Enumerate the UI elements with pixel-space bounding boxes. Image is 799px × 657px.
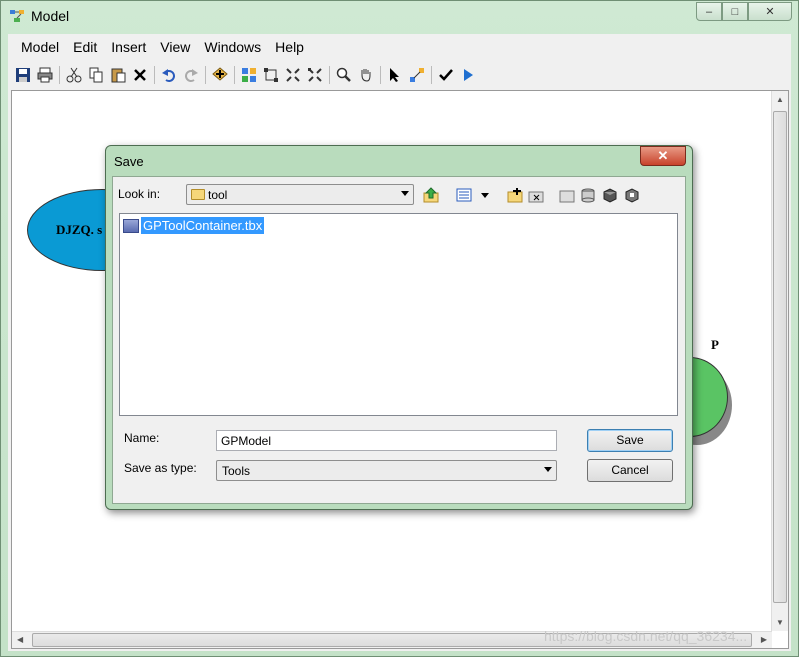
toolbar-separator <box>205 66 206 84</box>
toolbar-separator <box>154 66 155 84</box>
disconnect-folder-icon[interactable] <box>526 185 546 205</box>
undo-icon[interactable] <box>158 64 180 86</box>
menu-edit[interactable]: Edit <box>66 39 104 55</box>
canvas-vertical-scrollbar[interactable]: ▲ ▼ <box>771 91 788 631</box>
file-name: GPToolContainer.tbx <box>141 217 265 234</box>
toolbar-separator <box>234 66 235 84</box>
scroll-left-icon[interactable]: ◀ <box>17 635 23 644</box>
menu-bar: Model Edit Insert View Windows Help <box>8 34 791 60</box>
maximize-icon[interactable]: □ <box>722 2 748 21</box>
save-as-type-dropdown[interactable]: Tools <box>216 460 557 481</box>
model-element-blue-label: DJZQ. s <box>56 222 103 237</box>
title-bar: Model – □ ✕ <box>1 1 798 31</box>
full-extent-icon[interactable] <box>260 64 282 86</box>
look-in-value: tool <box>208 188 228 202</box>
catalog-icon[interactable] <box>622 185 642 205</box>
new-database-icon[interactable] <box>578 185 598 205</box>
model-app-icon <box>10 10 24 22</box>
menu-insert[interactable]: Insert <box>104 39 153 55</box>
chevron-down-icon <box>401 191 409 196</box>
menu-model[interactable]: Model <box>14 39 66 55</box>
chevron-down-icon <box>544 467 552 472</box>
toolbar-separator <box>380 66 381 84</box>
list-item[interactable]: GPToolContainer.tbx <box>123 217 265 234</box>
up-one-level-icon[interactable] <box>421 185 441 205</box>
name-field[interactable]: GPModel <box>216 430 557 451</box>
save-button[interactable]: Save <box>587 429 673 452</box>
folder-icon <box>191 189 205 200</box>
add-data-icon[interactable] <box>209 64 231 86</box>
vertical-scroll-thumb[interactable] <box>773 111 787 603</box>
select-icon[interactable] <box>384 64 406 86</box>
paste-icon[interactable] <box>107 64 129 86</box>
close-icon[interactable]: ✕ <box>748 2 792 21</box>
dialog-title: Save <box>114 154 144 169</box>
menu-help[interactable]: Help <box>268 39 311 55</box>
redo-icon[interactable] <box>180 64 202 86</box>
scroll-up-icon[interactable]: ▲ <box>776 95 784 104</box>
toolbar-separator <box>431 66 432 84</box>
save-as-type-label: Save as type: <box>124 461 197 475</box>
menu-view[interactable]: View <box>153 39 197 55</box>
validate-icon[interactable] <box>435 64 457 86</box>
cancel-button[interactable]: Cancel <box>587 459 673 482</box>
cut-icon[interactable] <box>63 64 85 86</box>
look-in-label: Look in: <box>118 187 161 201</box>
toolbox-icon <box>123 218 139 233</box>
zoom-in-fixed-icon[interactable] <box>282 64 304 86</box>
toolbar-separator <box>59 66 60 84</box>
connect-icon[interactable] <box>406 64 428 86</box>
view-menu-chevron-icon[interactable] <box>475 185 495 205</box>
scroll-down-icon[interactable]: ▼ <box>776 618 784 627</box>
dialog-close-icon[interactable]: ✕ <box>640 146 686 166</box>
dialog-body: Look in: tool GPToolContainer.tbx Name: … <box>112 176 686 504</box>
auto-layout-icon[interactable] <box>238 64 260 86</box>
window-title: Model <box>31 8 70 24</box>
save-icon[interactable] <box>12 64 34 86</box>
watermark-text: https://blog.csdn.net/qq_36234... <box>544 628 748 644</box>
menu-windows[interactable]: Windows <box>197 39 268 55</box>
zoom-out-fixed-icon[interactable] <box>304 64 326 86</box>
run-icon[interactable] <box>457 64 479 86</box>
zoom-icon[interactable] <box>333 64 355 86</box>
look-in-dropdown[interactable]: tool <box>186 184 414 205</box>
new-folder-icon[interactable] <box>557 185 577 205</box>
minimize-icon[interactable]: – <box>696 2 722 21</box>
view-list-icon[interactable] <box>454 185 474 205</box>
name-label: Name: <box>124 431 160 445</box>
pan-icon[interactable] <box>355 64 377 86</box>
connect-folder-icon[interactable] <box>505 185 525 205</box>
toolbar <box>8 62 791 88</box>
delete-icon[interactable] <box>129 64 151 86</box>
save-as-type-value: Tools <box>222 464 251 478</box>
model-element-green-label: P <box>711 337 719 352</box>
file-list[interactable]: GPToolContainer.tbx <box>119 213 678 416</box>
save-dialog: Save ✕ Look in: tool GPToolContainer.tbx… <box>105 145 693 510</box>
print-icon[interactable] <box>34 64 56 86</box>
new-toolbox-icon[interactable] <box>600 185 620 205</box>
scroll-right-icon[interactable]: ▶ <box>761 635 767 644</box>
toolbar-separator <box>329 66 330 84</box>
copy-icon[interactable] <box>85 64 107 86</box>
